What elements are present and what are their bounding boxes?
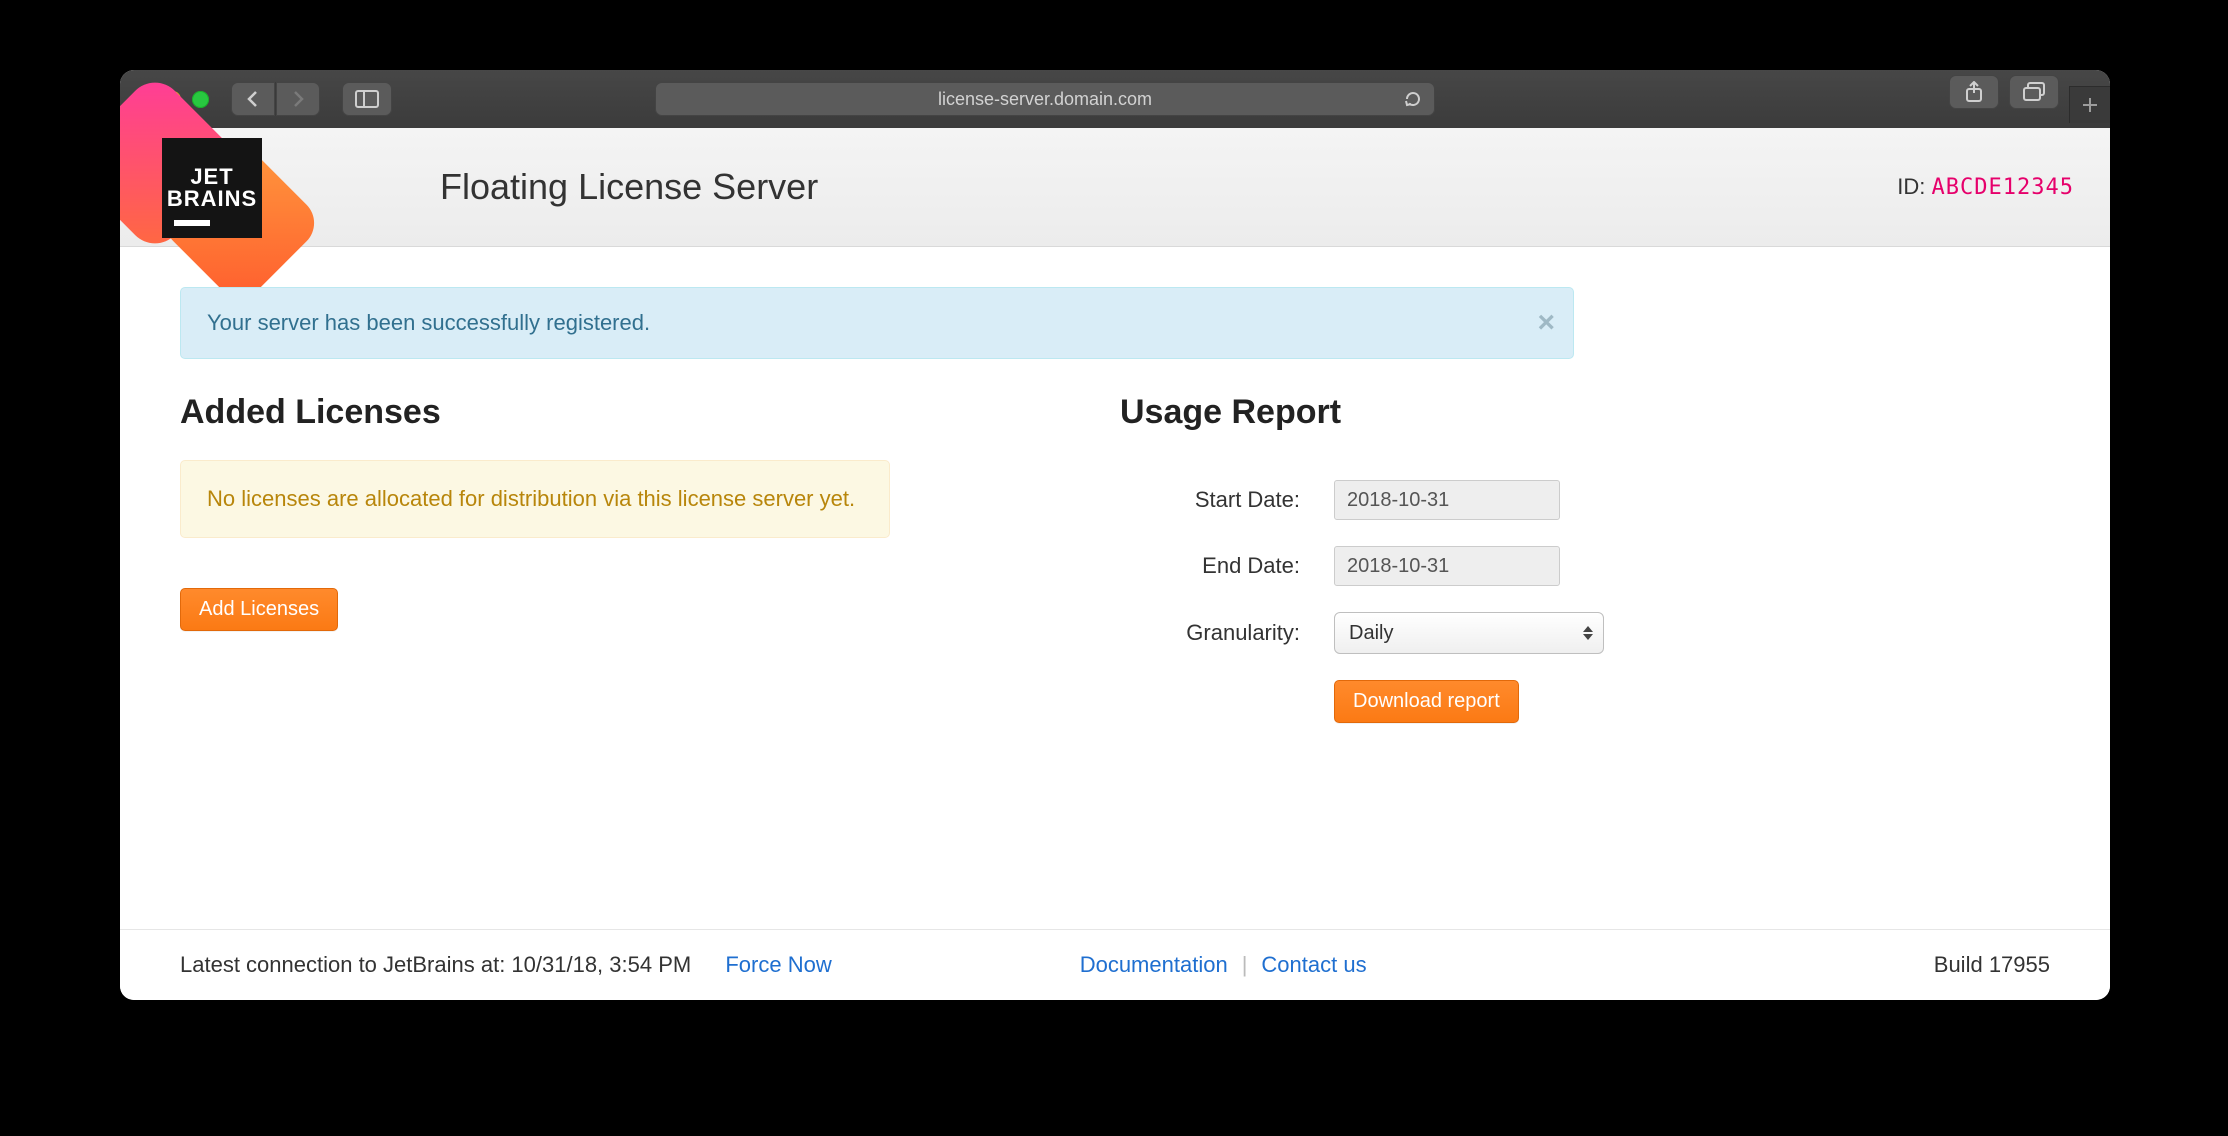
download-report-button[interactable]: Download report: [1334, 680, 1519, 723]
nav-forward-button[interactable]: [275, 82, 320, 116]
page-title: Floating License Server: [440, 166, 818, 208]
logo-text: JET: [190, 166, 233, 188]
build-value: 17955: [1989, 952, 2050, 977]
jetbrains-logo: JET BRAINS: [120, 128, 320, 246]
add-licenses-button[interactable]: Add Licenses: [180, 588, 338, 631]
separator: |: [1242, 952, 1248, 978]
connection-status: Latest connection to JetBrains at: 10/31…: [180, 952, 691, 978]
chevron-left-icon: [246, 90, 260, 108]
connection-prefix: Latest connection to JetBrains at:: [180, 952, 511, 977]
build-info: Build 17955: [1934, 952, 2050, 978]
nav-back-button[interactable]: [231, 82, 275, 116]
success-alert: Your server has been successfully regist…: [180, 287, 1574, 359]
server-id: ID: ABCDE12345: [1897, 174, 2074, 200]
chevron-right-icon: [291, 90, 305, 108]
reload-icon[interactable]: [1403, 89, 1423, 109]
toolbar-right: [1949, 75, 2094, 123]
download-row: Download report: [1120, 680, 1604, 723]
end-date-label: End Date:: [1120, 553, 1300, 579]
tabs-button[interactable]: [2009, 75, 2059, 109]
alert-close-button[interactable]: ×: [1537, 306, 1555, 340]
start-date-input[interactable]: [1334, 480, 1560, 520]
granularity-row: Granularity: Daily: [1120, 612, 1604, 654]
success-alert-text: Your server has been successfully regist…: [207, 310, 650, 335]
page-header: JET BRAINS Floating License Server ID: A…: [120, 128, 2110, 247]
logo-box: JET BRAINS: [162, 138, 262, 238]
share-button[interactable]: [1949, 75, 1999, 109]
start-date-row: Start Date:: [1120, 480, 1604, 520]
server-id-label: ID:: [1897, 174, 1925, 199]
browser-window: license-server.domain.com: [120, 70, 2110, 1000]
licenses-warning-text: No licenses are allocated for distributi…: [207, 486, 855, 511]
documentation-link[interactable]: Documentation: [1080, 952, 1228, 978]
licenses-section: Added Licenses No licenses are allocated…: [180, 383, 940, 749]
licenses-heading: Added Licenses: [180, 393, 940, 432]
page-footer: Latest connection to JetBrains at: 10/31…: [120, 929, 2110, 1000]
select-caret-icon: [1583, 626, 1593, 640]
force-now-link[interactable]: Force Now: [725, 952, 831, 978]
logo-text: BRAINS: [167, 188, 257, 210]
server-id-value: ABCDE12345: [1932, 175, 2074, 200]
address-bar[interactable]: license-server.domain.com: [655, 82, 1435, 116]
end-date-row: End Date:: [1120, 546, 1604, 586]
browser-titlebar: license-server.domain.com: [120, 70, 2110, 128]
granularity-label: Granularity:: [1120, 620, 1300, 646]
usage-heading: Usage Report: [1120, 393, 1604, 432]
share-icon: [1964, 81, 1984, 103]
window-maximize-button[interactable]: [192, 91, 209, 108]
close-icon: ×: [1537, 306, 1555, 339]
tabs-icon: [2022, 82, 2046, 102]
plus-icon: [2081, 96, 2099, 114]
logo-underline: [174, 220, 210, 226]
nav-buttons: [231, 82, 320, 116]
new-tab-button[interactable]: [2069, 86, 2110, 123]
address-text: license-server.domain.com: [938, 89, 1152, 110]
content: Your server has been successfully regist…: [120, 247, 2110, 929]
sidebar-toggle-button[interactable]: [342, 82, 392, 116]
connection-time: 10/31/18, 3:54 PM: [511, 952, 691, 977]
build-label: Build: [1934, 952, 1989, 977]
start-date-label: Start Date:: [1120, 487, 1300, 513]
licenses-warning: No licenses are allocated for distributi…: [180, 460, 890, 538]
end-date-input[interactable]: [1334, 546, 1560, 586]
page: JET BRAINS Floating License Server ID: A…: [120, 128, 2110, 1000]
granularity-value: Daily: [1349, 622, 1393, 645]
contact-us-link[interactable]: Contact us: [1261, 952, 1366, 978]
sidebar-icon: [355, 90, 379, 108]
granularity-select[interactable]: Daily: [1334, 612, 1604, 654]
usage-report-section: Usage Report Start Date: End Date: Granu…: [1120, 383, 1604, 749]
